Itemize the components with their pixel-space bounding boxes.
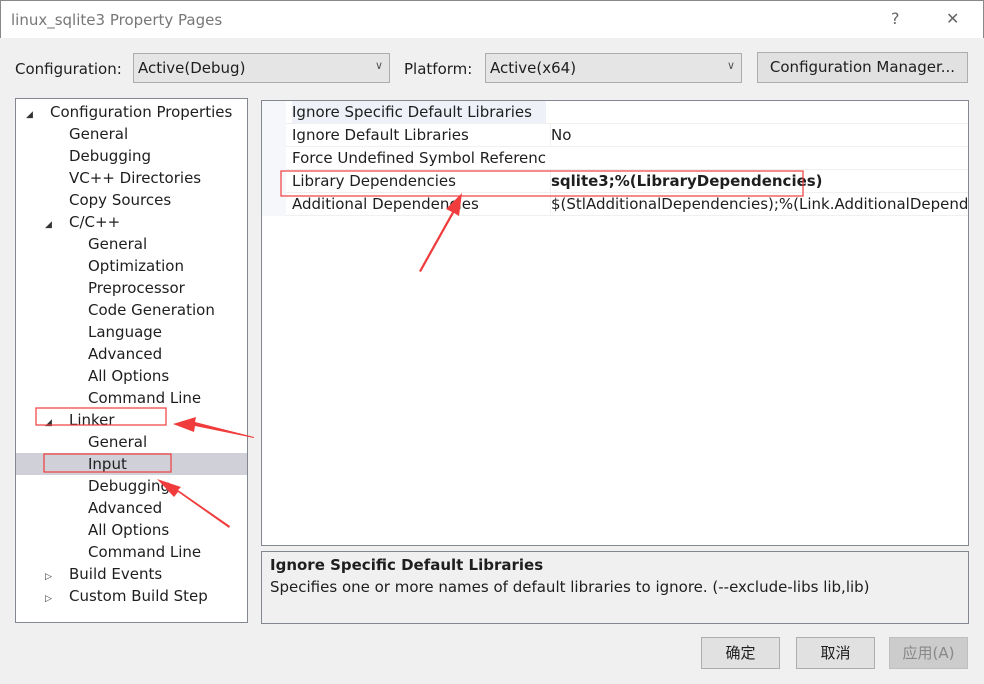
description-text: Specifies one or more names of default l…	[270, 578, 870, 596]
apply-button[interactable]: 应用(A)	[889, 637, 968, 669]
tree-item-label: Input	[88, 455, 127, 473]
tree-item-label: Configuration Properties	[50, 103, 233, 121]
tree-item-label: Advanced	[88, 345, 163, 363]
tree-item[interactable]: Advanced	[16, 497, 247, 519]
property-row[interactable]: Ignore Specific Default Libraries	[262, 101, 968, 124]
tree-item[interactable]: Debugging	[16, 145, 247, 167]
property-value[interactable]: sqlite3;%(LibraryDependencies)	[550, 170, 823, 192]
tree-item-label: General	[69, 125, 129, 143]
tree-item-label: C/C++	[69, 213, 121, 231]
property-name: Ignore Default Libraries	[292, 126, 469, 144]
tree-item[interactable]: ◢ Configuration Properties	[16, 101, 247, 123]
property-grid[interactable]: Ignore Specific Default Libraries Ignore …	[261, 100, 969, 546]
tree-item-label: Command Line	[88, 389, 202, 407]
help-button[interactable]: ?	[891, 9, 900, 28]
tree-item-label: Preprocessor	[88, 279, 185, 297]
row-gutter	[262, 193, 286, 216]
tree-item[interactable]: All Options	[16, 365, 247, 387]
chevron-down-icon: ∨	[374, 59, 383, 72]
tree-item[interactable]: Command Line	[16, 541, 247, 563]
property-row[interactable]: Ignore Default Libraries No	[262, 124, 968, 147]
tree-item-label: Language	[88, 323, 163, 341]
tree-item[interactable]: General	[16, 123, 247, 145]
tree-item-label: Copy Sources	[69, 191, 172, 209]
tree-item-label: All Options	[88, 521, 170, 539]
row-gutter	[262, 101, 286, 124]
tree-item-label: Linker	[69, 411, 115, 429]
tree-item[interactable]: All Options	[16, 519, 247, 541]
tree-item[interactable]: ▷ Build Events	[16, 563, 247, 585]
property-name: Ignore Specific Default Libraries	[292, 101, 546, 123]
tree-item[interactable]: Code Generation	[16, 299, 247, 321]
tree-item[interactable]: Preprocessor	[16, 277, 247, 299]
configuration-label: Configuration:	[15, 60, 122, 78]
tree-item[interactable]: Copy Sources	[16, 189, 247, 211]
tree-item[interactable]: General	[16, 431, 247, 453]
tree-item-label: All Options	[88, 367, 170, 385]
tree-item-label: VC++ Directories	[69, 169, 202, 187]
platform-label: Platform:	[404, 60, 473, 78]
tree-item[interactable]: Optimization	[16, 255, 247, 277]
tree-item-label: General	[88, 235, 148, 253]
tree-item[interactable]: ◢ C/C++	[16, 211, 247, 233]
description-panel: Ignore Specific Default Libraries Specif…	[261, 551, 969, 624]
tree-item[interactable]: ◢ Linker	[16, 409, 247, 431]
tree-item[interactable]: Language	[16, 321, 247, 343]
platform-value: Active(x64)	[490, 59, 577, 77]
tree-item[interactable]: Debugging	[16, 475, 247, 497]
tree-item-label: Debugging	[69, 147, 152, 165]
platform-select[interactable]: Active(x64) ∨	[485, 53, 742, 83]
tree-item[interactable]: VC++ Directories	[16, 167, 247, 189]
description-heading: Ignore Specific Default Libraries	[270, 556, 544, 574]
tree-item[interactable]: Advanced	[16, 343, 247, 365]
chevron-down-icon: ∨	[726, 59, 735, 72]
row-gutter	[262, 124, 286, 147]
tree-item[interactable]: Input	[16, 453, 247, 475]
tree-item-label: Code Generation	[88, 301, 215, 319]
tree-item[interactable]: General	[16, 233, 247, 255]
property-row[interactable]: Additional Dependencies $(StlAdditionalDe…	[262, 193, 968, 216]
tree-item-label: General	[88, 433, 148, 451]
property-tree[interactable]: ◢ Configuration Properties General Debuggin…	[15, 98, 248, 623]
tree-item-label: Custom Build Step	[69, 587, 208, 605]
property-value[interactable]: $(StlAdditionalDependencies);%(Link.Addi…	[550, 193, 968, 215]
tree-item[interactable]: ▷ Custom Build Step	[16, 585, 247, 607]
property-name: Additional Dependencies	[292, 195, 479, 213]
tree-item-label: Debugging	[88, 477, 171, 495]
configuration-select[interactable]: Active(Debug) ∨	[133, 53, 390, 83]
window-title: linux_sqlite3 Property Pages	[11, 11, 223, 29]
cancel-button[interactable]: 取消	[796, 637, 875, 669]
tree-item-label: Command Line	[88, 543, 202, 561]
property-name: Force Undefined Symbol References	[292, 149, 546, 167]
tree-item-label: Build Events	[69, 565, 163, 583]
property-value[interactable]: No	[550, 124, 571, 146]
expand-icon[interactable]: ▷	[45, 588, 57, 610]
property-row[interactable]: Force Undefined Symbol References	[262, 147, 968, 170]
property-name: Library Dependencies	[292, 172, 456, 190]
tree-item-label: Optimization	[88, 257, 184, 275]
tree-item[interactable]: Command Line	[16, 387, 247, 409]
property-row[interactable]: Library Dependencies sqlite3;%(LibraryDep…	[262, 170, 968, 193]
row-gutter	[262, 147, 286, 170]
close-button[interactable]: ✕	[946, 9, 959, 28]
ok-button[interactable]: 确定	[701, 637, 780, 669]
tree-item-label: Advanced	[88, 499, 163, 517]
title-bar: linux_sqlite3 Property Pages ? ✕	[0, 0, 984, 38]
row-gutter	[262, 170, 286, 193]
configuration-manager-button[interactable]: Configuration Manager...	[757, 52, 968, 83]
configuration-value: Active(Debug)	[138, 59, 246, 77]
